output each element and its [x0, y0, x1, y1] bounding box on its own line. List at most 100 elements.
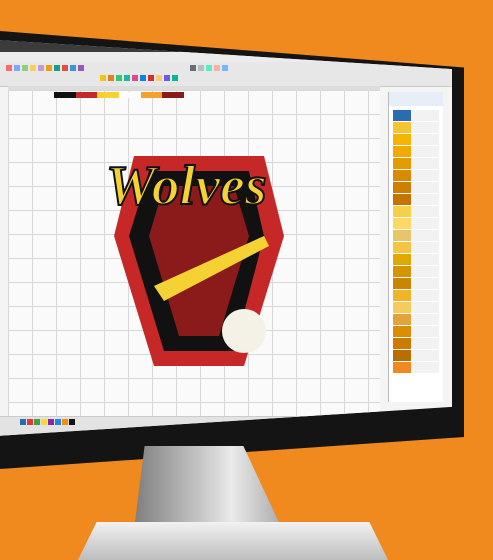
- bottom-tool[interactable]: [27, 419, 33, 425]
- color-row[interactable]: [393, 122, 439, 133]
- bottom-tool[interactable]: [55, 419, 61, 425]
- color-swatch: [393, 242, 411, 253]
- color-code: [411, 266, 439, 277]
- color-code: [411, 302, 439, 313]
- bottom-tool[interactable]: [69, 419, 75, 425]
- color-code: [411, 206, 439, 217]
- color-swatch: [393, 326, 411, 337]
- color-row[interactable]: [393, 218, 439, 229]
- color-row[interactable]: [393, 242, 439, 253]
- color-row[interactable]: [393, 146, 439, 157]
- color-row[interactable]: [393, 278, 439, 289]
- color-swatch: [393, 146, 411, 157]
- color-row[interactable]: [393, 134, 439, 145]
- color-code: [411, 230, 439, 241]
- tool-icon[interactable]: [78, 65, 84, 71]
- color-chip[interactable]: [119, 92, 141, 98]
- color-swatch: [393, 302, 411, 313]
- color-code: [411, 314, 439, 325]
- tool-icon[interactable]: [148, 75, 154, 81]
- color-swatch: [393, 158, 411, 169]
- tool-icon[interactable]: [222, 65, 228, 71]
- color-sequence-panel: [388, 92, 443, 402]
- tool-icon[interactable]: [22, 65, 28, 71]
- color-swatch: [393, 230, 411, 241]
- tool-icon[interactable]: [164, 75, 170, 81]
- color-chip[interactable]: [54, 92, 76, 98]
- tool-icon[interactable]: [214, 65, 220, 71]
- wolves-logo[interactable]: Wolves: [94, 116, 304, 386]
- logo-text: Wolves: [106, 155, 267, 217]
- color-swatch: [393, 194, 411, 205]
- color-row[interactable]: [393, 170, 439, 181]
- color-code: [411, 338, 439, 349]
- tool-icon[interactable]: [156, 75, 162, 81]
- color-code: [411, 158, 439, 169]
- color-swatch: [393, 170, 411, 181]
- color-row[interactable]: [393, 350, 439, 361]
- tool-icon[interactable]: [172, 75, 178, 81]
- color-row[interactable]: [393, 266, 439, 277]
- color-swatch: [393, 122, 411, 133]
- color-code: [411, 278, 439, 289]
- color-row[interactable]: [393, 314, 439, 325]
- color-row[interactable]: [393, 326, 439, 337]
- color-swatch: [393, 254, 411, 265]
- color-swatch: [393, 314, 411, 325]
- color-chip[interactable]: [97, 92, 120, 98]
- color-code: [411, 218, 439, 229]
- bottom-tool[interactable]: [20, 419, 26, 425]
- color-code: [411, 134, 439, 145]
- tool-icon[interactable]: [190, 65, 196, 71]
- color-row[interactable]: [393, 290, 439, 301]
- tool-icon[interactable]: [70, 65, 76, 71]
- color-row[interactable]: [393, 254, 439, 265]
- bottom-tool[interactable]: [34, 419, 40, 425]
- tool-icon[interactable]: [46, 65, 52, 71]
- tool-icon[interactable]: [100, 75, 106, 81]
- tool-icon[interactable]: [124, 75, 130, 81]
- bottom-tool[interactable]: [48, 419, 54, 425]
- color-code: [411, 194, 439, 205]
- color-row[interactable]: [393, 338, 439, 349]
- tool-icon[interactable]: [30, 65, 36, 71]
- tool-icon[interactable]: [116, 75, 122, 81]
- color-row[interactable]: [393, 194, 439, 205]
- tool-icon[interactable]: [6, 65, 12, 71]
- color-swatch: [393, 290, 411, 301]
- monitor-stand-base: [78, 522, 388, 560]
- color-code: [411, 182, 439, 193]
- color-list: [393, 110, 439, 374]
- bottom-tool[interactable]: [41, 419, 47, 425]
- tool-icon[interactable]: [132, 75, 138, 81]
- color-row[interactable]: [393, 182, 439, 193]
- tool-icon[interactable]: [14, 65, 20, 71]
- color-chip[interactable]: [162, 92, 185, 98]
- tool-icon[interactable]: [140, 75, 146, 81]
- color-chip[interactable]: [75, 92, 98, 98]
- color-swatch: [393, 350, 411, 361]
- bottom-tool[interactable]: [62, 419, 68, 425]
- tool-icon[interactable]: [108, 75, 114, 81]
- color-row[interactable]: [393, 362, 439, 373]
- color-row[interactable]: [393, 302, 439, 313]
- tool-icon[interactable]: [38, 65, 44, 71]
- color-row[interactable]: [393, 110, 439, 121]
- color-code: [411, 170, 439, 181]
- color-code: [411, 254, 439, 265]
- color-code: [411, 122, 439, 133]
- color-code: [411, 350, 439, 361]
- color-code: [411, 146, 439, 157]
- color-code: [411, 326, 439, 337]
- tool-icon[interactable]: [206, 65, 212, 71]
- tool-icon[interactable]: [62, 65, 68, 71]
- tool-icon[interactable]: [54, 65, 60, 71]
- tool-icon[interactable]: [198, 65, 204, 71]
- color-chip[interactable]: [140, 92, 163, 98]
- color-swatch: [393, 182, 411, 193]
- color-row[interactable]: [393, 230, 439, 241]
- color-swatch: [393, 266, 411, 277]
- version-label: v4.5 Studio: [421, 41, 442, 46]
- color-row[interactable]: [393, 158, 439, 169]
- color-row[interactable]: [393, 206, 439, 217]
